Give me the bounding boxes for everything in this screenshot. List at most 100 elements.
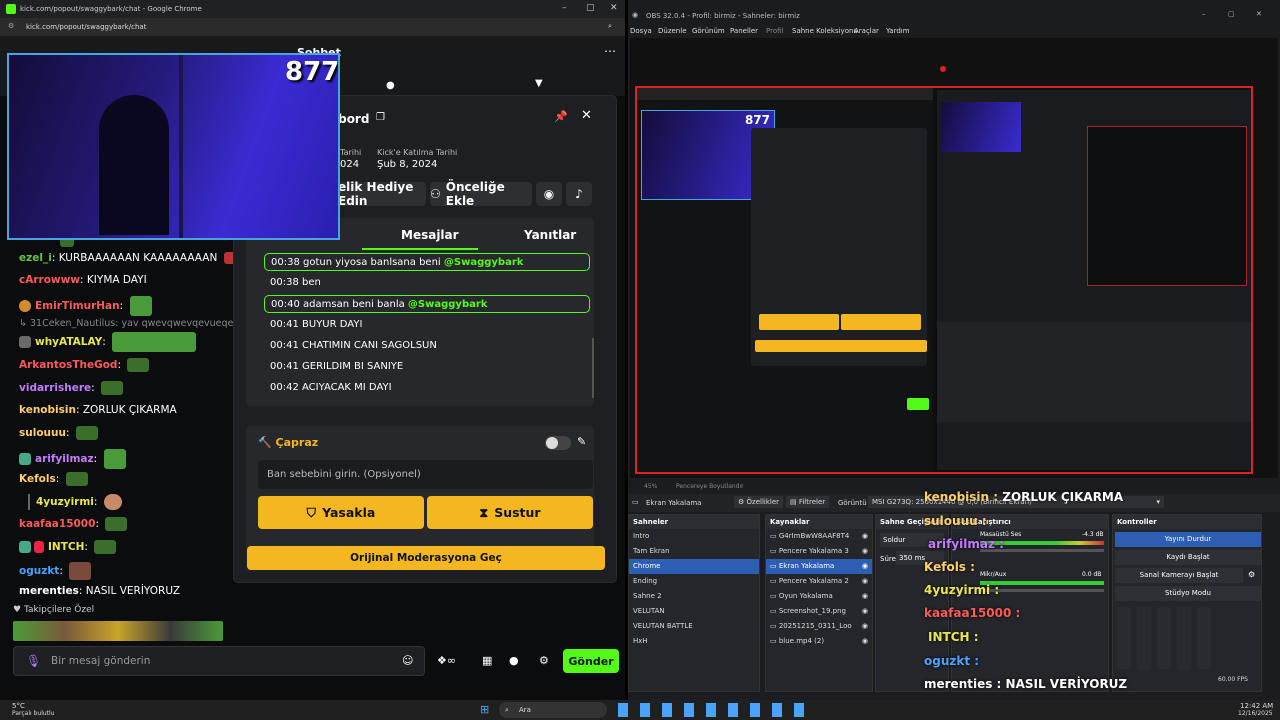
original-moderation-button[interactable]: Orijinal Moderasyona Geç	[247, 546, 605, 570]
more-options-icon[interactable]: ⋯	[604, 44, 616, 58]
chat-username[interactable]: oguzkt	[19, 565, 59, 577]
maximize-icon[interactable]: ▢	[586, 3, 595, 13]
chat-username[interactable]: kenobisin	[19, 404, 76, 416]
stop-stream-button[interactable]: Yayını Durdur	[1115, 532, 1261, 547]
weather-desc[interactable]: Parçalı bulutlu	[12, 710, 54, 717]
settings-icon[interactable]: ⚙	[539, 654, 549, 667]
source-item[interactable]: ▭ Pencere Yakalama 3 ◉	[766, 544, 872, 559]
close-icon[interactable]: ✕	[1256, 10, 1262, 18]
scene-item[interactable]: Sahne 2	[629, 589, 759, 604]
chat-username[interactable]: INTCH	[48, 541, 84, 553]
chat-username[interactable]: vidarrishere	[19, 382, 91, 394]
chat-username[interactable]: Kefols	[19, 473, 56, 485]
fit-to-window[interactable]: Pencereye Boyutlandır	[676, 483, 744, 490]
scene-item[interactable]: VELUTAN BATTLE	[629, 619, 759, 634]
emoji-icon[interactable]: ☺	[402, 654, 413, 667]
message-input[interactable]: 🎙 Bir mesaj gönderin ☺	[13, 646, 425, 676]
zoom-icon[interactable]: ⌕	[608, 22, 612, 31]
studio-mode-button[interactable]: Stüdyo Modu	[1115, 586, 1261, 601]
scene-item[interactable]: Ending	[629, 574, 759, 589]
menu-item[interactable]: Düzenle	[658, 27, 687, 35]
chat-username[interactable]: ezel_i	[19, 252, 52, 264]
chat-username[interactable]: cArrowww	[19, 274, 80, 286]
site-info-icon[interactable]: ⚙	[8, 22, 14, 30]
visibility-icon[interactable]: ◉	[862, 574, 868, 589]
menu-item[interactable]: Sahne Koleksiyonu	[792, 27, 858, 35]
menu-item[interactable]: Görünüm	[692, 27, 725, 35]
minimize-icon[interactable]: –	[562, 3, 567, 13]
mute-button[interactable]: ⧗ Sustur	[427, 496, 593, 529]
clock-date[interactable]: 12/16/2025	[1238, 710, 1273, 717]
source-item[interactable]: ▭ Screenshot_19.png ◉	[766, 604, 872, 619]
visibility-icon[interactable]: ◉	[862, 544, 868, 559]
scene-item[interactable]: Intro	[629, 529, 759, 544]
emote-picker-row[interactable]	[13, 621, 223, 641]
visibility-icon[interactable]: ◉	[862, 589, 868, 604]
chat-username[interactable]: ArkantosTheGod	[19, 359, 117, 371]
scrollbar[interactable]	[592, 338, 594, 398]
chat-username[interactable]: merenties	[19, 585, 79, 597]
send-button[interactable]: Gönder	[563, 649, 619, 673]
toggle-switch[interactable]	[545, 436, 571, 450]
menu-item[interactable]: Araçlar	[854, 27, 879, 35]
chat-username[interactable]: arifyilmaz	[35, 453, 94, 465]
minimize-icon[interactable]: –	[1202, 10, 1206, 18]
visibility-icon[interactable]: ◉	[862, 634, 868, 649]
chat-username[interactable]: kaafaa15000	[19, 518, 95, 530]
mention[interactable]: @Swaggybark	[444, 257, 524, 268]
source-item[interactable]: ▭ Ekran Yakalama ◉	[766, 559, 872, 574]
emote-icon[interactable]: ●	[386, 80, 395, 91]
url-text[interactable]: kick.com/popout/swaggybark/chat	[26, 23, 146, 31]
visibility-icon[interactable]: ◉	[862, 529, 868, 544]
scene-item[interactable]: VELUTAN	[629, 604, 759, 619]
edit-icon[interactable]: ✎	[577, 435, 586, 448]
ban-reason-input[interactable]: Ban sebebini girin. (Opsiyonel)	[258, 460, 593, 489]
tab-replies[interactable]: Yanıtlar	[524, 228, 576, 242]
emote-menu-icon[interactable]: ❖∞	[437, 654, 456, 667]
app-shortcut-grid[interactable]	[1117, 607, 1217, 669]
taskbar-app-icons[interactable]	[618, 703, 808, 717]
source-item[interactable]: ▭ 20251215_0311_Loo ◉	[766, 619, 872, 634]
dropdown-chevron-icon[interactable]: ▼	[535, 78, 543, 89]
start-record-button[interactable]: Kaydı Başlat	[1115, 550, 1261, 565]
scene-item[interactable]: HxH	[629, 634, 759, 649]
address-bar[interactable]: ⚙ kick.com/popout/swaggybark/chat ⌕	[0, 18, 625, 36]
close-card-icon[interactable]: ✕	[581, 108, 592, 123]
chat-username[interactable]: whyATALAY	[35, 336, 102, 348]
zoom-level[interactable]: 45%	[644, 483, 657, 490]
store-icon[interactable]: ▦	[482, 654, 492, 667]
search-box[interactable]: ⌕ Ara	[499, 702, 607, 718]
selected-source-frame[interactable]: 877	[635, 86, 1253, 474]
source-item[interactable]: ▭ Oyun Yakalama ◉	[766, 589, 872, 604]
visibility-icon[interactable]: ◉	[862, 559, 868, 574]
clock-time[interactable]: 12:42 AM	[1240, 702, 1273, 710]
chat-username[interactable]: EmirTimurHan	[35, 300, 120, 312]
source-item[interactable]: ▭ Pencere Yakalama 2 ◉	[766, 574, 872, 589]
source-item[interactable]: ▭ blue.mp4 (2) ◉	[766, 634, 872, 649]
reply-preview[interactable]: ↳ 31Ceken_Nautilus: yav qwevqwevqevueqeq…	[19, 318, 258, 329]
chat-username[interactable]: sulouuu	[19, 427, 66, 439]
add-priority-button[interactable]: ⚇ Önceliğe Ekle	[430, 180, 532, 208]
menu-item[interactable]: Profil	[766, 27, 783, 35]
scene-item[interactable]: Chrome	[629, 559, 759, 574]
gear-icon[interactable]: ⚙	[1248, 570, 1255, 579]
view-icon[interactable]: ◉	[536, 182, 562, 206]
visibility-icon[interactable]: ◉	[862, 604, 868, 619]
chat-username[interactable]: 4yuzyirmi	[36, 496, 94, 508]
start-icon[interactable]: ⊞	[480, 703, 489, 716]
tab-messages[interactable]: Mesajlar	[401, 228, 459, 242]
ban-button[interactable]: ⛉ Yasakla	[258, 496, 424, 529]
close-icon[interactable]: ✕	[610, 3, 618, 13]
menu-item[interactable]: Dosya	[630, 27, 652, 35]
visibility-icon[interactable]: ◉	[862, 619, 868, 634]
filters-button[interactable]: ▤ Filtreler	[786, 496, 830, 508]
source-item[interactable]: ▭ G4rImBwW8AAF8T4 ◉	[766, 529, 872, 544]
resize-handle[interactable]	[940, 66, 946, 72]
chat-bubble-icon[interactable]: ●	[509, 654, 519, 667]
scene-item[interactable]: Tam Ekran	[629, 544, 759, 559]
virtual-camera-button[interactable]: Sanal Kamerayı Başlat	[1115, 568, 1243, 583]
maximize-icon[interactable]: ▢	[1228, 10, 1235, 18]
microphone-icon[interactable]: 🎙	[26, 654, 41, 668]
menu-item[interactable]: Yardım	[886, 27, 910, 35]
mention[interactable]: @Swaggybark	[408, 299, 488, 310]
